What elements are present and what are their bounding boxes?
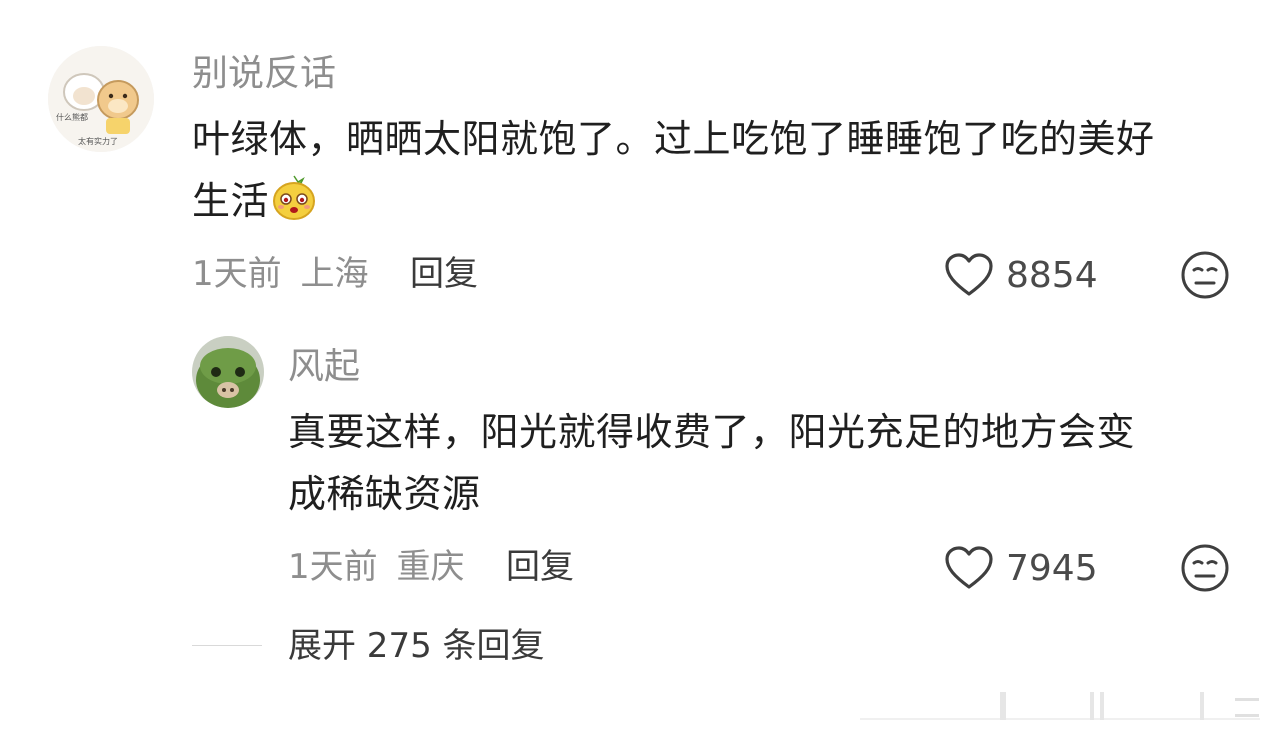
meh-face-icon (1181, 251, 1229, 299)
reply-location: 重庆 (396, 547, 465, 587)
comment-meta: 1天前 上海 (192, 252, 368, 296)
reply-time: 1天前 (288, 547, 378, 587)
reply-dislike-button[interactable] (1180, 543, 1230, 593)
reply-username[interactable]: 风起 (288, 343, 360, 391)
avatar-comment-author[interactable]: 什么熊都 太有实力了 (48, 46, 154, 152)
reply-meta: 1天前 重庆 (288, 545, 464, 589)
watermark-strip (860, 690, 1260, 724)
reply-text-line-2: 成稀缺资源 (288, 472, 481, 516)
avatar-reply-author[interactable] (192, 336, 264, 408)
comment-username[interactable]: 别说反话 (192, 50, 336, 98)
comment-text: 叶绿体，晒晒太阳就饱了。过上吃饱了睡睡饱了吃的美好 生活 (192, 108, 1252, 232)
comment-reply-button[interactable]: 回复 (410, 252, 478, 296)
reply-like-count: 7945 (1006, 548, 1098, 589)
comment-like-button[interactable]: 8854 (944, 250, 1114, 300)
reply-like-button[interactable]: 7945 (944, 543, 1114, 593)
heart-icon (945, 546, 993, 589)
comment-like-count: 8854 (1006, 255, 1098, 296)
svg-text:太有实力了: 太有实力了 (78, 136, 118, 146)
comment-location: 上海 (300, 254, 369, 294)
comment-text-line-2: 生活 (192, 170, 1252, 232)
comment-dislike-button[interactable] (1180, 250, 1230, 300)
expand-divider (192, 645, 262, 646)
expand-replies-button[interactable]: 展开 275 条回复 (288, 624, 545, 668)
comment-time: 1天前 (192, 254, 282, 294)
comment-text-line-1: 叶绿体，晒晒太阳就饱了。过上吃饱了睡睡饱了吃的美好 (192, 117, 1155, 161)
meh-face-icon (1181, 544, 1229, 592)
heart-icon (945, 253, 993, 296)
reply-text: 真要这样，阳光就得收费了，阳光充足的地方会变 成稀缺资源 (288, 401, 1248, 525)
smiling-lemon-emoji-icon (269, 172, 319, 222)
comment-text-line-2-text: 生活 (192, 179, 270, 223)
reply-text-line-1: 真要这样，阳光就得收费了，阳光充足的地方会变 (288, 410, 1136, 454)
svg-text:什么熊都: 什么熊都 (56, 112, 88, 122)
reply-reply-button[interactable]: 回复 (506, 545, 574, 589)
